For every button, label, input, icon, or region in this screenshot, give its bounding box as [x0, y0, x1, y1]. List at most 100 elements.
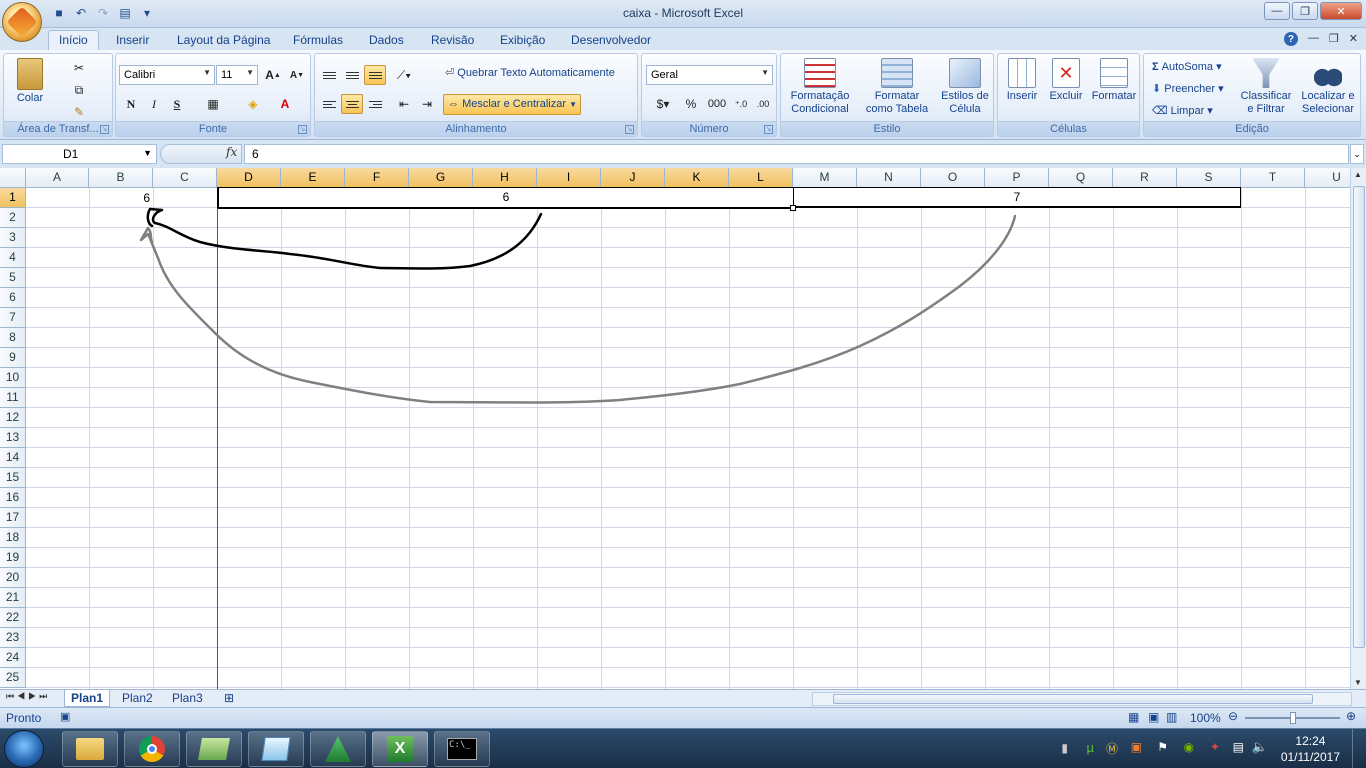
merge-center-button[interactable]: ⇔ Mesclar e Centralizar ▼ — [443, 94, 581, 115]
chrome-taskbar-icon[interactable] — [124, 731, 180, 767]
insert-function-icon[interactable]: fx — [226, 145, 237, 159]
sheet-tab-plan1[interactable]: Plan1 — [64, 690, 111, 707]
tray-app-icon-5[interactable]: ✦ — [1210, 740, 1220, 754]
autosum-button[interactable]: Σ AutoSoma ▾ — [1152, 61, 1222, 74]
close-icon[interactable]: ✕ — [1320, 2, 1362, 20]
delete-cells-button[interactable]: ✕ Excluir — [1046, 58, 1086, 103]
tab-formulas[interactable]: Fórmulas — [293, 31, 343, 51]
number-launcher-icon[interactable]: ↘ — [764, 125, 773, 134]
thousands-button[interactable]: 000 — [704, 94, 730, 114]
tray-app-icon-3[interactable]: ▣ — [1131, 740, 1142, 754]
start-button[interactable] — [4, 730, 44, 768]
grow-font-icon[interactable]: A ▲ — [262, 65, 284, 85]
horizontal-scroll-thumb[interactable] — [833, 694, 1313, 704]
macro-record-icon[interactable]: ▣ — [60, 710, 70, 723]
nvidia-icon[interactable]: ◉ — [1184, 740, 1194, 754]
ribbon-close-icon[interactable]: ✕ — [1349, 32, 1358, 46]
expand-formula-bar-icon[interactable]: ⌄ — [1350, 144, 1364, 164]
volume-icon[interactable]: 🔈 — [1252, 739, 1268, 755]
fill-color-icon[interactable]: ◈ — [242, 94, 264, 114]
maximize-icon[interactable]: ❐ — [1292, 2, 1318, 20]
insert-sheet-icon[interactable]: ⊞ — [218, 690, 240, 707]
align-top-icon[interactable] — [318, 65, 340, 85]
tab-inicio[interactable]: Início — [48, 30, 99, 50]
utorrent-icon[interactable]: µ — [1087, 740, 1095, 755]
increase-decimal-icon[interactable]: ⁺.0 — [730, 94, 752, 114]
find-select-button[interactable]: Localizar e Selecionar — [1296, 58, 1360, 116]
cut-icon[interactable]: ✂ — [68, 58, 90, 78]
currency-icon[interactable]: $▾ — [646, 94, 680, 114]
shrink-font-icon[interactable]: A ▼ — [286, 65, 308, 85]
copy-icon[interactable]: ⧉ — [68, 80, 90, 100]
merge-dropdown-icon[interactable]: ▼ — [569, 98, 577, 111]
scroll-up-icon[interactable]: ▲ — [1354, 170, 1362, 179]
app-taskbar-icon[interactable] — [310, 731, 366, 767]
zoom-in-icon[interactable]: ⊕ — [1346, 709, 1356, 723]
office-button[interactable] — [2, 2, 42, 42]
borders-icon[interactable]: ▦ — [202, 94, 224, 114]
conditional-formatting-button[interactable]: Formatação Condicional — [785, 58, 855, 116]
decrease-indent-icon[interactable]: ⇤ — [393, 94, 415, 114]
font-launcher-icon[interactable]: ↘ — [298, 125, 307, 134]
name-box[interactable]: D1 ▼ — [2, 144, 157, 164]
format-painter-icon[interactable]: ✎ — [68, 102, 90, 122]
tab-desenvolvedor[interactable]: Desenvolvedor — [571, 31, 651, 51]
align-middle-icon[interactable] — [341, 65, 363, 85]
page-break-view-icon[interactable]: ▥ — [1166, 710, 1177, 724]
align-center-icon[interactable] — [341, 94, 363, 114]
tray-app-icon-4[interactable]: ⚑ — [1157, 740, 1168, 754]
ribbon-minimize-icon[interactable]: — — [1308, 32, 1319, 46]
explorer-taskbar-icon[interactable] — [62, 731, 118, 767]
format-cells-button[interactable]: Formatar — [1090, 58, 1138, 103]
sort-filter-button[interactable]: Classificar e Filtrar — [1236, 58, 1296, 116]
clock[interactable]: 12:24 01/11/2017 — [1281, 733, 1340, 765]
horizontal-scrollbar[interactable] — [812, 692, 1352, 706]
number-format-select[interactable]: Geral ▼ — [646, 65, 773, 85]
percent-button[interactable]: % — [680, 94, 702, 114]
minimize-icon[interactable]: — — [1264, 2, 1290, 20]
font-name-select[interactable]: Calibri ▼ — [119, 65, 215, 85]
alignment-launcher-icon[interactable]: ↘ — [625, 125, 634, 134]
wrap-text-button[interactable]: ⏎ Quebrar Texto Automaticamente — [445, 67, 615, 80]
zoom-slider-knob[interactable] — [1290, 712, 1296, 724]
italic-button[interactable]: I — [143, 94, 165, 114]
paste-button[interactable]: Colar — [10, 58, 50, 105]
cell-styles-button[interactable]: Estilos de Célula — [937, 58, 993, 116]
tab-inserir[interactable]: Inserir — [116, 31, 149, 51]
zoom-out-icon[interactable]: ⊖ — [1228, 709, 1238, 723]
excel-taskbar-icon[interactable]: X — [372, 731, 428, 767]
vertical-scroll-thumb[interactable] — [1353, 186, 1365, 648]
notes-taskbar-icon[interactable] — [248, 731, 304, 767]
folder-app-taskbar-icon[interactable] — [186, 731, 242, 767]
tab-exibicao[interactable]: Exibição — [500, 31, 545, 51]
normal-view-icon[interactable]: ▦ — [1128, 710, 1139, 724]
increase-indent-icon[interactable]: ⇥ — [416, 94, 438, 114]
name-box-dropdown-icon[interactable]: ▼ — [143, 148, 152, 158]
cmd-taskbar-icon[interactable]: C:\_ — [434, 731, 490, 767]
formula-input[interactable]: 6 — [244, 144, 1349, 164]
align-right-icon[interactable] — [364, 94, 386, 114]
orientation-icon[interactable]: ⟋▾ — [393, 65, 415, 85]
sheet-nav-icons[interactable]: ⏮◀▶⏭ — [6, 691, 50, 702]
sheet-tab-plan3[interactable]: Plan3 — [166, 690, 209, 707]
format-as-table-button[interactable]: Formatar como Tabela — [861, 58, 933, 116]
network-icon[interactable]: ▤ — [1233, 740, 1244, 754]
page-layout-view-icon[interactable]: ▣ — [1148, 710, 1159, 724]
tray-app-icon-1[interactable]: ▮ — [1061, 741, 1068, 755]
align-left-icon[interactable] — [318, 94, 340, 114]
help-icon[interactable]: ? — [1283, 32, 1298, 46]
decrease-decimal-icon[interactable]: .00 — [752, 94, 774, 114]
tab-revisao[interactable]: Revisão — [431, 31, 474, 51]
underline-button[interactable]: S — [166, 94, 188, 114]
font-size-select[interactable]: 11 ▼ — [216, 65, 258, 85]
vertical-scrollbar[interactable]: ▲ ▼ — [1350, 168, 1366, 689]
tray-app-icon-2[interactable]: Ⓜ — [1106, 740, 1118, 757]
insert-cells-button[interactable]: Inserir — [1002, 58, 1042, 103]
tab-layout[interactable]: Layout da Página — [177, 31, 270, 51]
clear-button[interactable]: ⌫ Limpar ▾ — [1152, 105, 1213, 118]
ribbon-restore-icon[interactable]: ❐ — [1329, 32, 1339, 46]
align-bottom-icon[interactable] — [364, 65, 386, 85]
worksheet-grid[interactable]: ABCDEFGHIJKLMNOPQRSTU 1 2 3 4 5 6 7 8 9 10 11 12 13 1… — [0, 168, 1350, 689]
show-desktop-button[interactable] — [1352, 729, 1366, 768]
font-color-icon[interactable]: A — [274, 94, 296, 114]
